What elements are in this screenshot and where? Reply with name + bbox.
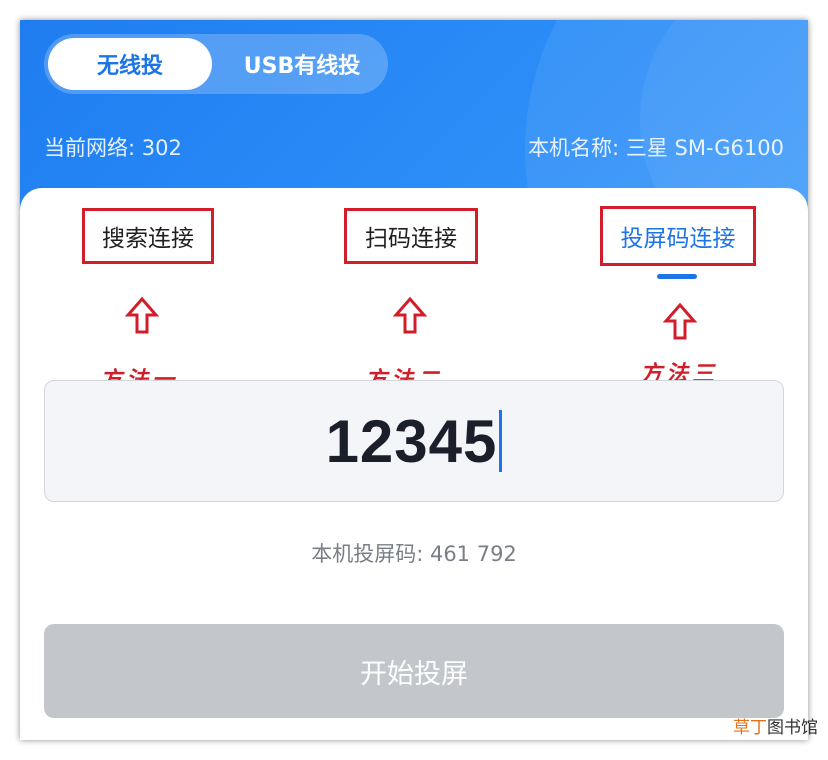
up-arrow-icon [125,296,159,334]
watermark-rest: 图书馆 [767,718,818,738]
active-tab-indicator [657,274,697,279]
current-network-label: 当前网络: 302 [44,136,182,160]
usb-cast-tab[interactable]: USB有线投 [220,38,384,90]
local-cast-code-label: 本机投屏码: 461 792 [311,542,517,566]
connect-card: 搜索连接 扫码连接 投屏码连接 方法一 方法二 方法三 12345 本机投屏码:… [20,188,808,740]
cast-code-value: 12345 [325,407,498,475]
cast-code-input[interactable]: 12345 [44,380,784,502]
wireless-cast-tab[interactable]: 无线投 [48,38,212,90]
phone-screen: 无线投 USB有线投 当前网络: 302 本机名称: 三星 SM-G6100 搜… [20,20,808,740]
up-arrow-icon [663,302,697,340]
tab-cast-code-connect[interactable]: 投屏码连接 [600,206,756,266]
watermark: 草丁 图书馆 [733,713,818,738]
up-arrow-icon [393,296,427,334]
tab-scan-connect[interactable]: 扫码连接 [344,208,478,264]
device-name-label: 本机名称: 三星 SM-G6100 [528,136,784,160]
watermark-brand: 草丁 [733,718,767,738]
cast-mode-toggle: 无线投 USB有线投 [44,34,388,94]
start-cast-button[interactable]: 开始投屏 [44,624,784,718]
text-caret [499,410,503,472]
tab-search-connect[interactable]: 搜索连接 [82,208,214,264]
